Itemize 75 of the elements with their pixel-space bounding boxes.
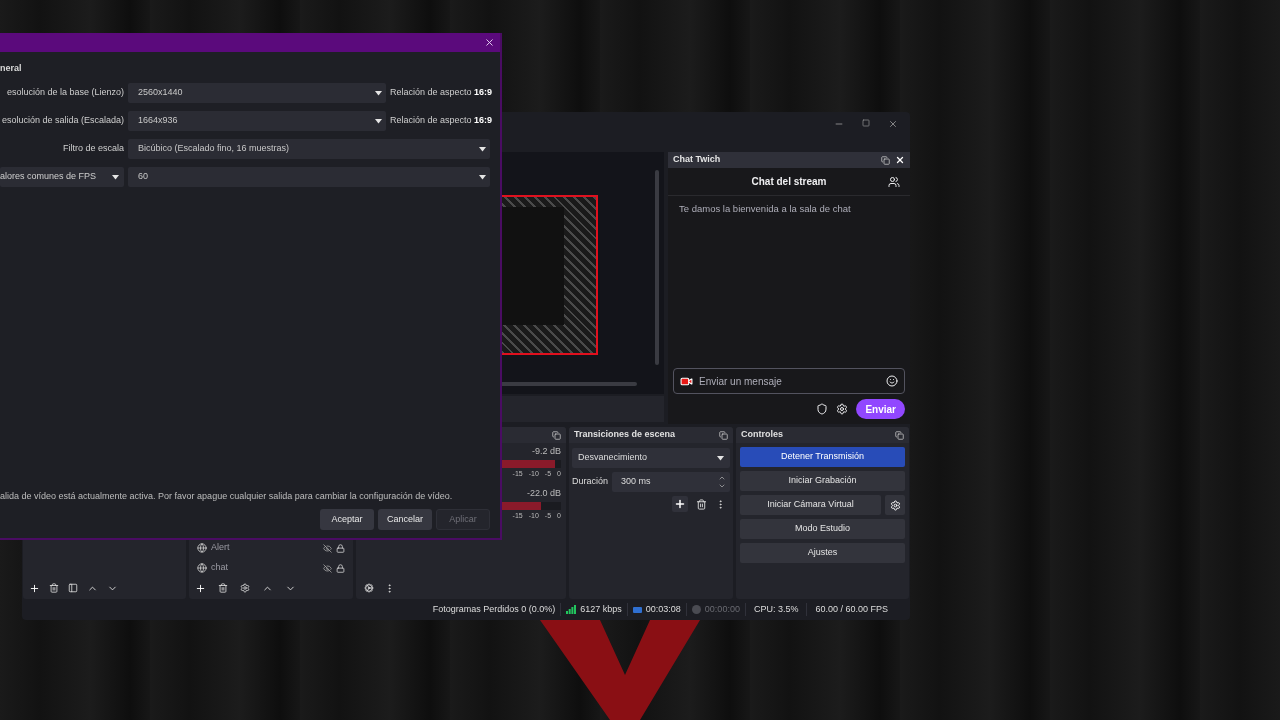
users-icon[interactable]: [888, 175, 900, 188]
chat-input-field[interactable]: Enviar un mensaje: [673, 368, 905, 394]
warning-text: alida de vídeo está actualmente activa. Por favor apague cualquier salida para cambiar la configuración de vídeo.: [0, 492, 454, 501]
hidden-icon[interactable]: [323, 543, 332, 553]
record-time-text: 00:00:00: [704, 602, 740, 616]
add-button[interactable]: [672, 496, 688, 512]
bitrate-text: 6127 kbps: [580, 602, 622, 616]
transition-select[interactable]: Desvanecimiento: [572, 448, 730, 468]
stream-time-text: 00:03:08: [645, 602, 681, 616]
fps-text: 60.00 / 60.00 FPS: [806, 602, 896, 617]
dock-title: Transiciones de escena: [574, 428, 676, 442]
combo-field[interactable]: 1664x936: [128, 111, 386, 131]
emoji-icon[interactable]: [886, 375, 898, 387]
scrollbar[interactable]: [655, 170, 659, 365]
add-icon[interactable]: [29, 582, 40, 594]
select-field[interactable]: Bicúbico (Escalado fino, 16 muestras): [128, 139, 490, 159]
chat-message: Te damos la bienvenida a la sala de chat: [678, 202, 852, 216]
dialog-button[interactable]: Cancelar: [378, 509, 432, 530]
caret-icon: [479, 174, 486, 180]
control-button[interactable]: Ajustes: [740, 543, 905, 563]
source-item[interactable]: chat: [197, 561, 345, 575]
undock-icon[interactable]: [719, 430, 728, 440]
aspect-ratio-text: Relación de aspecto 16:9: [390, 114, 490, 128]
volume-reading: -9.2 dB: [531, 445, 561, 458]
caret-icon: [375, 118, 382, 124]
lock-icon[interactable]: [336, 543, 345, 553]
close-icon[interactable]: [484, 37, 495, 48]
delete-icon[interactable]: [49, 583, 59, 593]
source-item[interactable]: Alert: [197, 541, 345, 555]
add-icon[interactable]: [195, 582, 206, 594]
undock-icon[interactable]: [895, 430, 904, 440]
settings-icon[interactable]: [240, 583, 250, 593]
virtual-camera-settings-button[interactable]: [885, 495, 905, 515]
increment-icon[interactable]: [718, 474, 726, 482]
dock-title: Chat Twich: [673, 153, 721, 167]
volume-reading: -22.0 dB: [526, 487, 561, 500]
select-field[interactable]: 60: [128, 167, 490, 187]
close-icon[interactable]: [895, 155, 905, 165]
field-label: Filtro de escala: [61, 142, 124, 156]
shield-icon[interactable]: [816, 403, 829, 415]
caret-icon: [112, 174, 119, 180]
field-label: esolución de la base (Lienzo): [5, 86, 124, 100]
hidden-icon[interactable]: [323, 563, 332, 573]
control-button[interactable]: Iniciar Grabación: [740, 471, 905, 491]
section-title: neral: [0, 64, 23, 73]
dropped-frames-text: Fotogramas Perdidos 0 (0.0%): [431, 602, 557, 616]
field-label: esolución de salida (Escalada): [0, 114, 124, 128]
decrement-icon[interactable]: [718, 482, 726, 490]
fps-type-dropdown[interactable]: alores comunes de FPS: [0, 167, 124, 187]
duration-label: Duración: [572, 475, 609, 489]
control-button[interactable]: Modo Estudio: [740, 519, 905, 539]
signal-bars-icon: [566, 605, 577, 614]
dock-title: Controles: [741, 428, 783, 442]
maximize-icon[interactable]: [862, 119, 870, 127]
duration-field[interactable]: 300 ms: [612, 472, 730, 492]
cpu-usage-text: CPU: 3.5%: [744, 602, 807, 617]
aspect-ratio-text: Relación de aspecto 16:9: [390, 86, 490, 100]
undock-icon[interactable]: [881, 155, 890, 165]
chat-header-title: Chat del stream: [751, 175, 827, 189]
delete-icon[interactable]: [696, 498, 707, 510]
add-icon: [674, 498, 686, 510]
combo-field[interactable]: 2560x1440: [128, 83, 386, 103]
settings-icon[interactable]: [836, 403, 849, 415]
undock-icon[interactable]: [552, 430, 561, 440]
caret-icon: [375, 90, 382, 96]
control-button[interactable]: Detener Transmisión: [740, 447, 905, 467]
settings-icon: [889, 499, 901, 511]
dialog-button[interactable]: Aceptar: [320, 509, 374, 530]
delete-icon[interactable]: [218, 583, 228, 593]
send-button[interactable]: Enviar: [856, 399, 905, 419]
lock-icon[interactable]: [336, 563, 345, 573]
message-input[interactable]: Enviar un mensaje: [699, 373, 880, 389]
filter-icon[interactable]: [68, 583, 78, 593]
caret-icon: [717, 455, 724, 461]
control-button[interactable]: Iniciar Cámara Virtual: [740, 495, 881, 515]
